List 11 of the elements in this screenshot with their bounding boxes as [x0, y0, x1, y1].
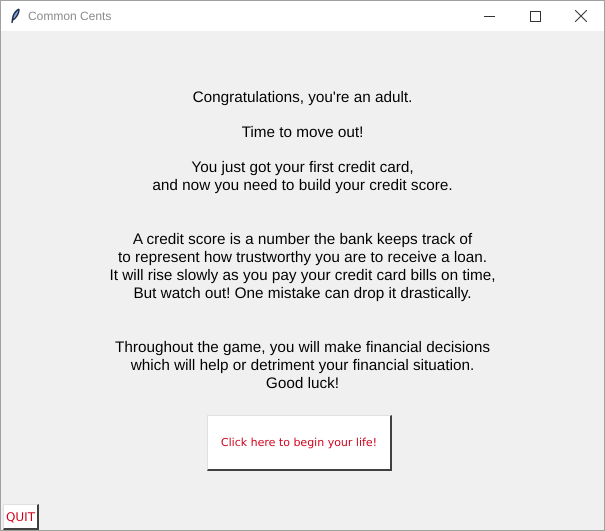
- paragraph: Congratulations, you're an adult.: [192, 89, 412, 107]
- close-icon[interactable]: [575, 10, 587, 22]
- start-button[interactable]: Click here to begin your life!: [207, 415, 392, 471]
- quit-button[interactable]: QUIT: [3, 504, 39, 530]
- maximize-icon[interactable]: [530, 10, 540, 22]
- paragraph: You just got your first credit card, and now you need to build your credit score.: [152, 159, 453, 195]
- paragraph: Time to move out!: [242, 124, 364, 142]
- feather-icon: [11, 8, 20, 24]
- paragraph: A credit score is a number the bank keeps track of to represent how trustworthy you are to receive a loan. It will rise slowly as you pay your credit card bills on time, But watch out! One mistake can drop it drastically.: [110, 231, 496, 303]
- paragraph: Throughout the game, you will make financial decisions which will help or detriment your financial situation. Good luck!: [115, 339, 490, 393]
- window-title: Common Cents: [28, 9, 112, 23]
